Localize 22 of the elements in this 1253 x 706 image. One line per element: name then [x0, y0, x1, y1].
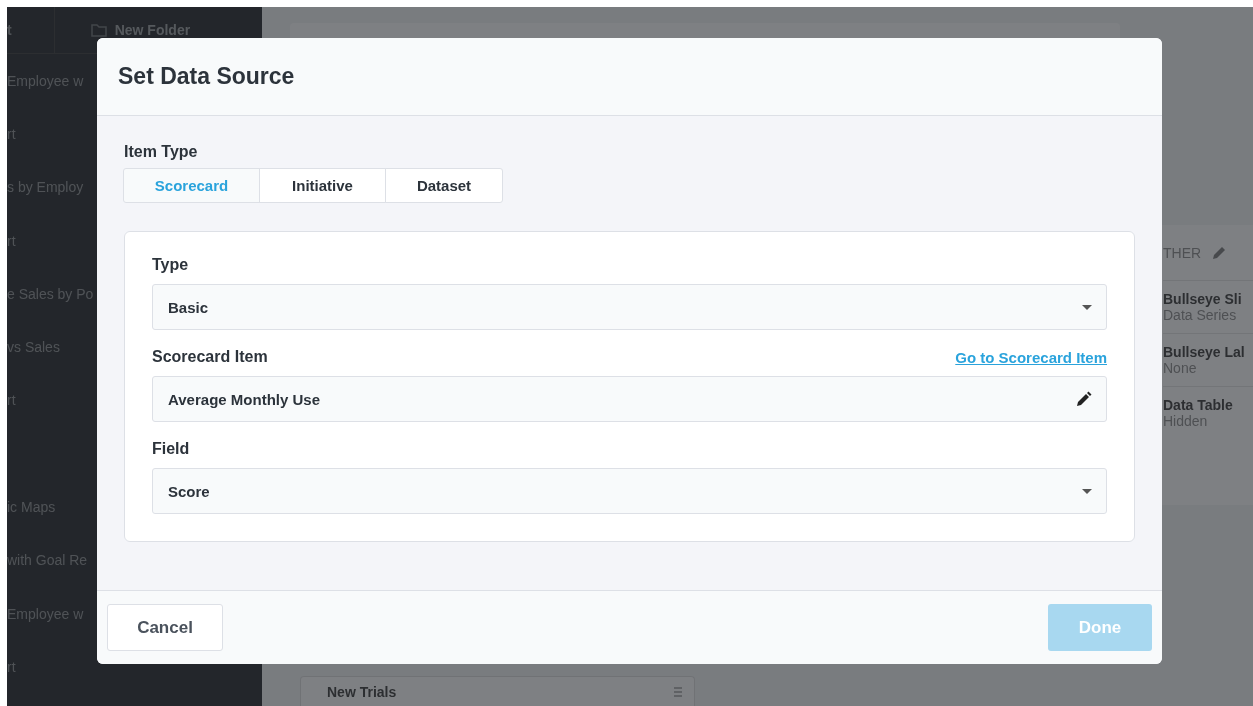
property-name: Data Table — [1163, 397, 1234, 413]
field-label: Type — [152, 256, 189, 274]
folder-icon — [90, 23, 107, 37]
cancel-button[interactable]: Cancel — [107, 604, 223, 651]
tab[interactable]: Dataset — [385, 168, 503, 203]
drag-handle-icon — [674, 686, 682, 697]
dialog-title: Set Data Source — [118, 63, 295, 90]
field-label: Scorecard Item — [152, 348, 268, 366]
pencil-icon[interactable] — [1076, 391, 1092, 407]
caret-icon — [1082, 488, 1092, 494]
tab[interactable]: Scorecard — [123, 168, 260, 203]
field-label: Item Type — [124, 143, 199, 161]
dropdown[interactable]: Basic — [152, 284, 1107, 330]
input-field[interactable]: Average Monthly Use — [152, 376, 1107, 422]
dropdown[interactable]: Score — [152, 468, 1107, 514]
card-title: New Trials — [327, 683, 397, 700]
property-name: Bullseye Sli — [1163, 291, 1243, 307]
link[interactable]: Go to Scorecard Item — [955, 348, 1107, 366]
caret-icon — [1082, 304, 1092, 310]
property-name: Bullseye Lal — [1163, 344, 1246, 360]
tab[interactable]: Initiative — [259, 168, 386, 203]
field-label: Field — [152, 440, 190, 458]
